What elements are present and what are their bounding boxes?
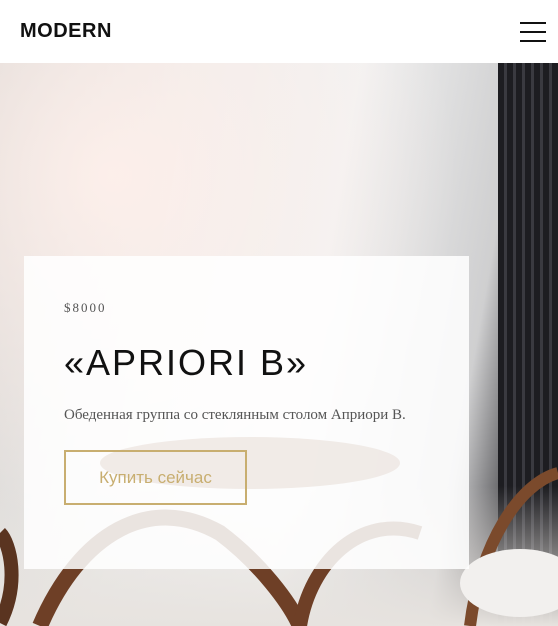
menu-line: [520, 21, 546, 24]
site-header: MODERN: [0, 0, 558, 63]
product-title: «APRIORI B»: [64, 342, 309, 383]
hero-banner: $8000 «APRIORI B» Обеденная группа со ст…: [0, 63, 558, 626]
product-card: $8000 «APRIORI B» Обеденная группа со ст…: [24, 256, 469, 569]
buy-now-button[interactable]: Купить сейчас: [64, 450, 247, 505]
product-price: $8000: [64, 300, 107, 315]
menu-line: [520, 30, 546, 33]
menu-line: [520, 39, 546, 42]
site-logo[interactable]: MODERN: [20, 20, 112, 43]
product-description: Обеденная группа со стеклянным столом Ап…: [64, 407, 406, 423]
hamburger-menu-icon[interactable]: [520, 21, 546, 42]
